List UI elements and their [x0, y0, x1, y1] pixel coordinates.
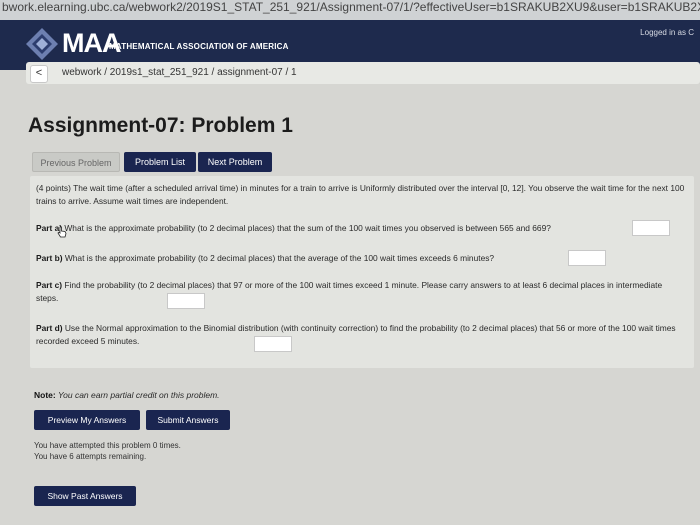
maa-logo-icon — [26, 28, 58, 60]
partial-credit-note: Note: You can earn partial credit on thi… — [34, 390, 220, 400]
note-label: Note: — [34, 390, 56, 400]
part-b-label: Part b) — [36, 253, 63, 263]
remaining-text: You have 6 attempts remaining. — [34, 452, 147, 461]
points-label: (4 points) — [36, 183, 71, 193]
part-a-question: Part a) What is the approximate probabil… — [36, 222, 636, 235]
part-d-question: Part d) Use the Normal approximation to … — [36, 322, 686, 348]
show-past-answers-button[interactable]: Show Past Answers — [34, 486, 136, 506]
problem-intro: (4 points) The wait time (after a schedu… — [36, 182, 686, 208]
note-text: You can earn partial credit on this prob… — [55, 390, 220, 400]
url-text: bwork.elearning.ubc.ca/webwork2/2019S1_S… — [2, 0, 700, 14]
part-d-answer-input[interactable] — [254, 336, 292, 352]
part-c-text: Find the probability (to 2 decimal place… — [36, 280, 663, 303]
intro-text: The wait time (after a scheduled arrival… — [36, 183, 685, 206]
submit-answers-button[interactable]: Submit Answers — [146, 410, 230, 430]
problem-list-button[interactable]: Problem List — [124, 152, 196, 172]
attempted-text: You have attempted this problem 0 times. — [34, 441, 181, 450]
part-b-answer-input[interactable] — [568, 250, 606, 266]
part-b-question: Part b) What is the approximate probabil… — [36, 252, 576, 265]
browser-url-bar[interactable]: bwork.elearning.ubc.ca/webwork2/2019S1_S… — [0, 0, 700, 20]
next-problem-button[interactable]: Next Problem — [198, 152, 272, 172]
page-title: Assignment-07: Problem 1 — [28, 114, 293, 137]
part-c-answer-input[interactable] — [167, 293, 205, 309]
problem-body: (4 points) The wait time (after a schedu… — [30, 176, 694, 368]
logged-in-text[interactable]: Logged in as C — [640, 28, 694, 37]
org-name: MATHEMATICAL ASSOCIATION OF AMERICA — [109, 42, 289, 51]
part-a-text: What is the approximate probability (to … — [62, 223, 551, 233]
part-d-text: Use the Normal approximation to the Bino… — [36, 323, 676, 346]
attempts-status: You have attempted this problem 0 times.… — [34, 440, 181, 462]
hand-cursor-icon — [57, 226, 67, 238]
back-button[interactable]: < — [30, 65, 48, 83]
preview-answers-button[interactable]: Preview My Answers — [34, 410, 140, 430]
part-d-label: Part d) — [36, 323, 63, 333]
previous-problem-button[interactable]: Previous Problem — [32, 152, 120, 172]
part-a-answer-input[interactable] — [632, 220, 670, 236]
breadcrumb-path[interactable]: webwork / 2019s1_stat_251_921 / assignme… — [62, 67, 297, 78]
part-c-question: Part c) Find the probability (to 2 decim… — [36, 279, 686, 305]
part-b-text: What is the approximate probability (to … — [62, 253, 495, 263]
part-c-label: Part c) — [36, 280, 63, 290]
breadcrumb: < webwork / 2019s1_stat_251_921 / assign… — [26, 62, 700, 84]
